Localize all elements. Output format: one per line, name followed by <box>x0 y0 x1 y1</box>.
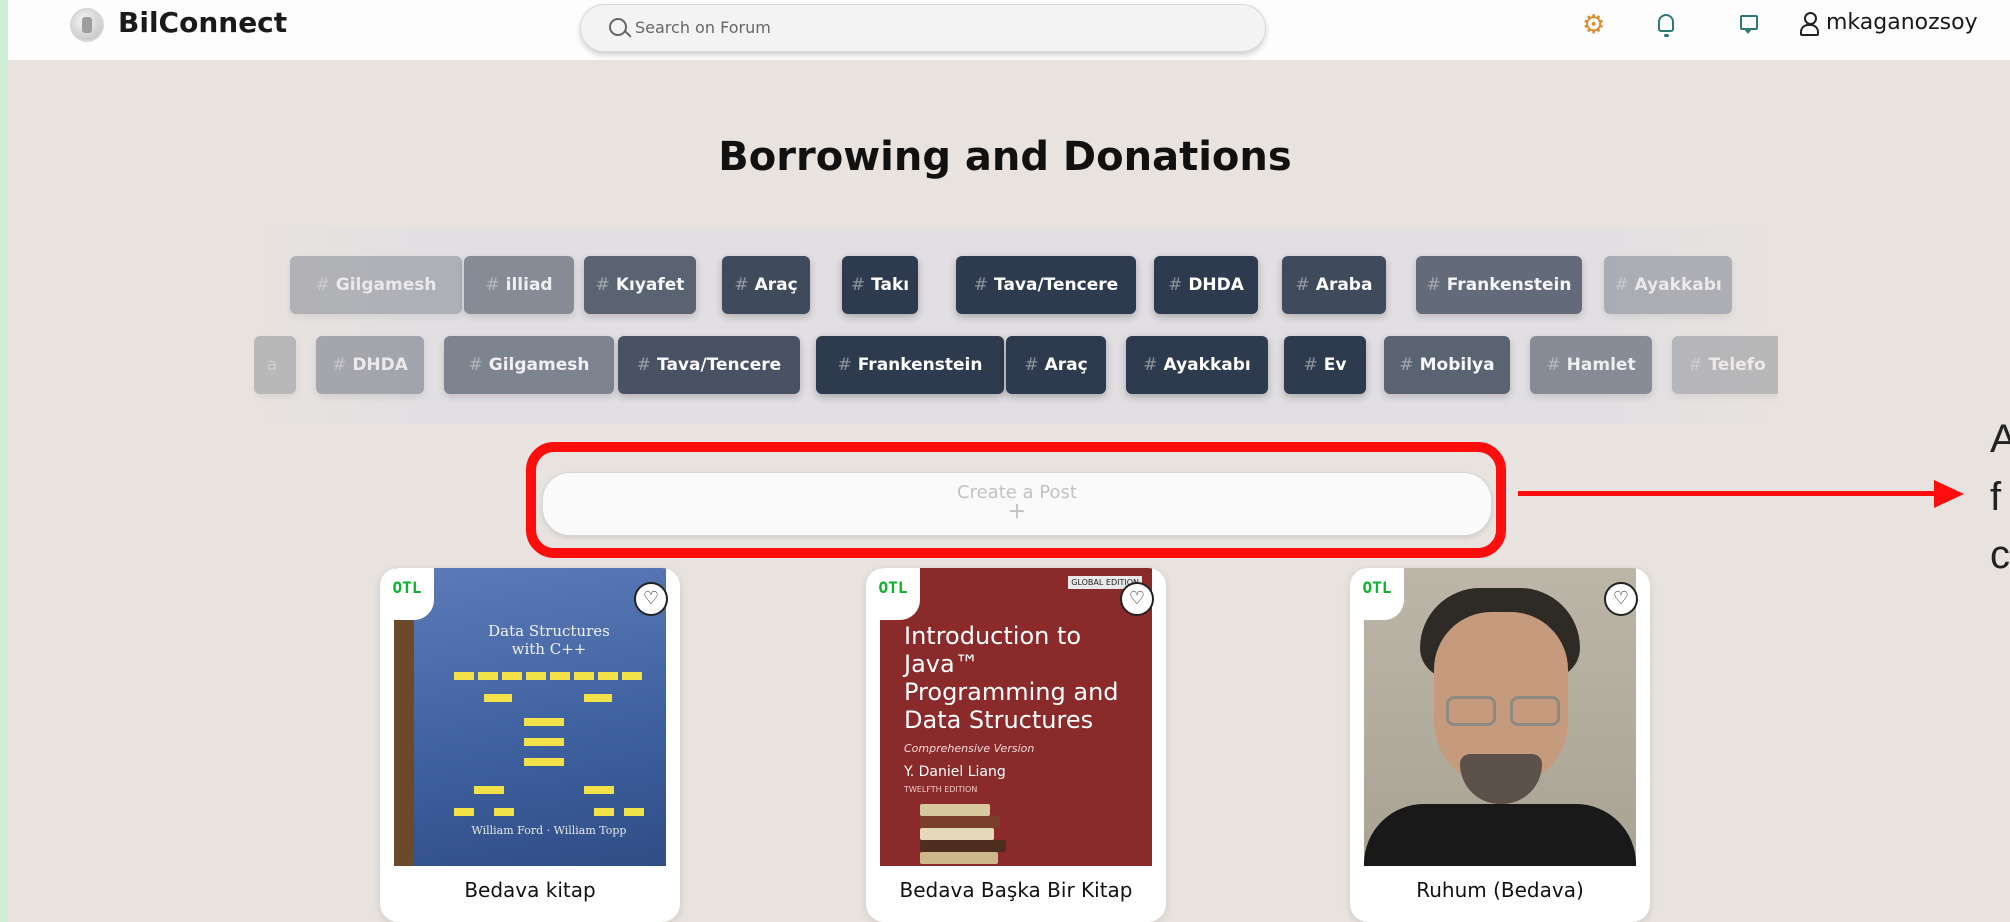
arrow-head-icon <box>1934 480 1964 508</box>
tag-chip[interactable]: # DHDA <box>316 336 424 394</box>
post-image[interactable]: GLOBAL EDITION Introduction to Java™ Pro… <box>880 568 1152 866</box>
gear-icon[interactable]: ⚙ <box>1582 12 1605 38</box>
tag-chip[interactable]: # Mobilya <box>1384 336 1510 394</box>
tag-chip[interactable]: # Ayakkabı <box>1604 256 1732 314</box>
bell-icon[interactable] <box>1658 14 1674 37</box>
status-badge: OTL <box>866 568 920 620</box>
heart-icon[interactable]: ♡ <box>1604 582 1638 616</box>
post-card[interactable]: GLOBAL EDITION Introduction to Java™ Pro… <box>866 568 1166 922</box>
tag-chip[interactable]: # Tava/Tencere <box>618 336 800 394</box>
book-authors: William Ford · William Topp <box>471 824 627 837</box>
book-author: Y. Daniel Liang <box>904 764 1006 780</box>
heart-icon[interactable]: ♡ <box>1120 582 1154 616</box>
tag-chip[interactable]: # Takı <box>842 256 918 314</box>
tag-chip[interactable]: # Hamlet <box>1530 336 1652 394</box>
tag-chip[interactable]: # Frankenstein <box>816 336 1004 394</box>
post-card[interactable]: Data Structures with C++ William Ford · W… <box>380 568 680 922</box>
post-title[interactable]: Bedava kitap <box>380 878 680 902</box>
tag-chip[interactable]: # Kıyafet <box>584 256 696 314</box>
status-badge: OTL <box>380 568 434 620</box>
post-title[interactable]: Ruhum (Bedava) <box>1350 878 1650 902</box>
status-badge: OTL <box>1350 568 1404 620</box>
logo-icon[interactable] <box>70 8 104 42</box>
post-image[interactable] <box>1364 568 1636 866</box>
book-title: Data Structures with C++ <box>488 622 610 658</box>
tag-chip[interactable]: # Araba <box>1282 256 1386 314</box>
tag-chip[interactable]: # Gilgamesh <box>290 256 462 314</box>
book-title: Introduction to Java™ Programming and Da… <box>904 622 1119 734</box>
search-input[interactable]: Search on Forum <box>635 5 771 51</box>
search-bar[interactable]: Search on Forum <box>580 4 1266 52</box>
annotation-text: A f c <box>1990 417 2010 577</box>
top-navbar: BilConnect Search on Forum ⚙ mkaganozsoy <box>8 0 2010 61</box>
page-title: Borrowing and Donations <box>718 134 1292 180</box>
tag-chip[interactable]: # Araç <box>1006 336 1106 394</box>
tag-chip[interactable]: # Ayakkabı <box>1126 336 1268 394</box>
plus-icon: + <box>1007 499 1027 524</box>
tag-chip[interactable]: # Ev <box>1284 336 1366 394</box>
annotation-arrow <box>1518 491 1940 496</box>
tag-chip[interactable]: # Tava/Tencere <box>956 256 1136 314</box>
post-image[interactable]: Data Structures with C++ William Ford · W… <box>394 568 666 866</box>
post-title[interactable]: Bedava Başka Bir Kitap <box>866 878 1166 902</box>
tag-chip[interactable]: # Frankenstein <box>1416 256 1582 314</box>
tag-chip[interactable]: # DHDA <box>1154 256 1258 314</box>
create-post-button[interactable]: Create a Post + <box>542 472 1492 536</box>
tag-chip[interactable]: # Telefo <box>1672 336 1778 394</box>
tags-carousel: # Gilgamesh # illiad # Kıyafet # Araç # Takı … <box>254 228 1778 424</box>
brand-name[interactable]: BilConnect <box>118 6 287 39</box>
user-icon[interactable] <box>1800 12 1819 36</box>
heart-icon[interactable]: ♡ <box>634 582 668 616</box>
book-subtitle: Comprehensive Version <box>904 742 1035 755</box>
search-icon <box>609 18 627 36</box>
chat-icon[interactable] <box>1740 15 1758 34</box>
tag-chip[interactable]: a <box>254 336 296 394</box>
tag-chip[interactable]: # Gilgamesh <box>444 336 614 394</box>
post-card[interactable]: OTL ♡ Ruhum (Bedava) <box>1350 568 1650 922</box>
tag-chip[interactable]: # Araç <box>722 256 810 314</box>
book-edition: TWELFTH EDITION <box>904 785 978 794</box>
tag-chip[interactable]: # illiad <box>464 256 574 314</box>
username-link[interactable]: mkaganozsoy <box>1826 10 1978 35</box>
